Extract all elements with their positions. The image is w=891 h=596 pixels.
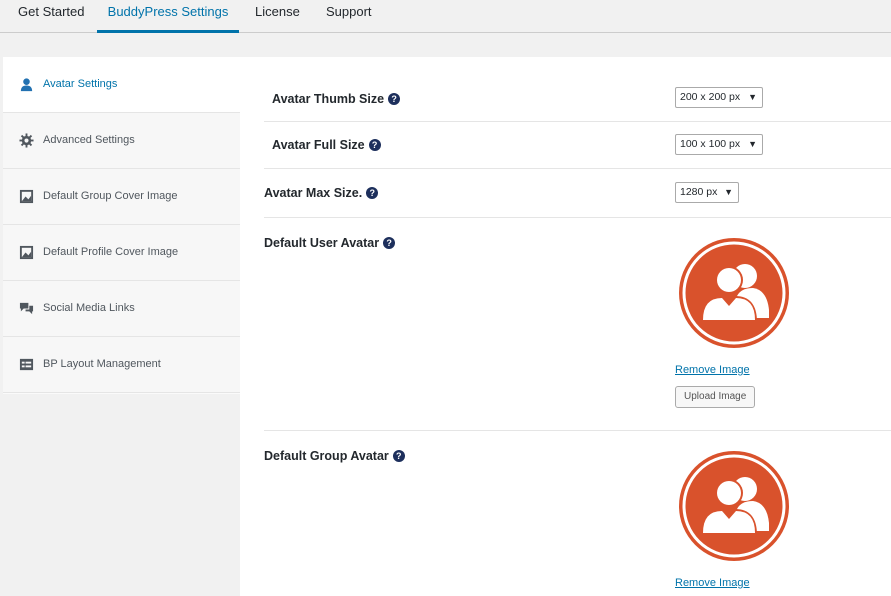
setting-label-text: Default User Avatar: [264, 236, 380, 250]
sidebar-item-label: Advanced Settings: [43, 134, 135, 146]
image-icon: [19, 189, 34, 204]
select-value: 200 x 200 px: [680, 91, 741, 103]
sidebar-item-avatar-settings[interactable]: Avatar Settings: [3, 57, 240, 113]
sidebar-item-bp-layout-management[interactable]: BP Layout Management: [3, 337, 240, 393]
image-icon: [19, 245, 34, 260]
sidebar-item-label: Avatar Settings: [43, 78, 118, 90]
user-avatar-image: [679, 238, 789, 348]
sidebar-item-advanced-settings[interactable]: Advanced Settings: [3, 113, 240, 169]
remove-user-avatar-link[interactable]: Remove Image: [675, 364, 750, 376]
thumb-size-select[interactable]: 200 x 200 px ▼: [675, 87, 763, 108]
select-value: 100 x 100 px: [680, 138, 741, 150]
setting-label: Default User Avatar?: [264, 236, 396, 250]
tab-get-started[interactable]: Get Started: [18, 0, 84, 33]
remove-group-avatar-link[interactable]: Remove Image: [675, 577, 750, 589]
sidebar-item-default-group-cover-image[interactable]: Default Group Cover Image: [3, 169, 240, 225]
setting-label: Avatar Thumb Size?: [272, 92, 401, 106]
select-value: 1280 px: [680, 186, 718, 198]
help-icon[interactable]: ?: [366, 187, 379, 199]
sidebar-item-label: BP Layout Management: [43, 358, 161, 370]
sidebar-item-label: Default Group Cover Image: [43, 190, 178, 202]
tab-support[interactable]: Support: [326, 0, 372, 33]
help-icon[interactable]: ?: [388, 93, 401, 105]
sidebar-item-label: Default Profile Cover Image: [43, 246, 179, 258]
layout-icon: [19, 358, 34, 371]
setting-label: Avatar Max Size.?: [264, 186, 379, 200]
setting-row-user-avatar: Default User Avatar? Remove Image Upload…: [264, 218, 891, 431]
settings-sidebar: Avatar Settings Advanced Settings Defaul…: [3, 57, 240, 394]
group-avatar-image: [679, 451, 789, 561]
gear-icon: [19, 133, 34, 148]
tab-buddypress-settings[interactable]: BuddyPress Settings: [97, 0, 239, 33]
chat-icon: [19, 302, 34, 315]
user-icon: [20, 78, 33, 92]
setting-row-max-size: Avatar Max Size.? 1280 px ▼: [264, 169, 891, 218]
setting-label: Avatar Full Size?: [272, 138, 381, 152]
setting-label: Default Group Avatar?: [264, 449, 405, 463]
chevron-down-icon: ▼: [748, 139, 757, 149]
chevron-down-icon: ▼: [748, 92, 757, 102]
top-tab-bar: Get Started BuddyPress Settings License …: [0, 0, 891, 33]
setting-label-text: Avatar Max Size.: [264, 186, 363, 200]
help-icon[interactable]: ?: [392, 450, 405, 462]
help-icon[interactable]: ?: [383, 237, 396, 249]
setting-label-text: Avatar Full Size: [272, 138, 365, 152]
setting-row-group-avatar: Default Group Avatar? Remove Image: [264, 431, 891, 596]
help-icon[interactable]: ?: [368, 139, 381, 151]
upload-user-avatar-button[interactable]: Upload Image: [675, 386, 756, 408]
chevron-down-icon: ▼: [724, 187, 733, 197]
setting-label-text: Default Group Avatar: [264, 449, 389, 463]
sidebar-item-default-profile-cover-image[interactable]: Default Profile Cover Image: [3, 225, 240, 281]
settings-panel: Avatar Thumb Size? 200 x 200 px ▼ Avatar…: [240, 57, 891, 596]
setting-label-text: Avatar Thumb Size: [272, 92, 385, 106]
setting-row-thumb-size: Avatar Thumb Size? 200 x 200 px ▼: [264, 77, 891, 122]
sidebar-item-social-media-links[interactable]: Social Media Links: [3, 281, 240, 337]
max-size-select[interactable]: 1280 px ▼: [675, 182, 739, 203]
tab-license[interactable]: License: [255, 0, 300, 33]
setting-row-full-size: Avatar Full Size? 100 x 100 px ▼: [264, 122, 891, 169]
full-size-select[interactable]: 100 x 100 px ▼: [675, 134, 763, 155]
sidebar-item-label: Social Media Links: [43, 302, 135, 314]
